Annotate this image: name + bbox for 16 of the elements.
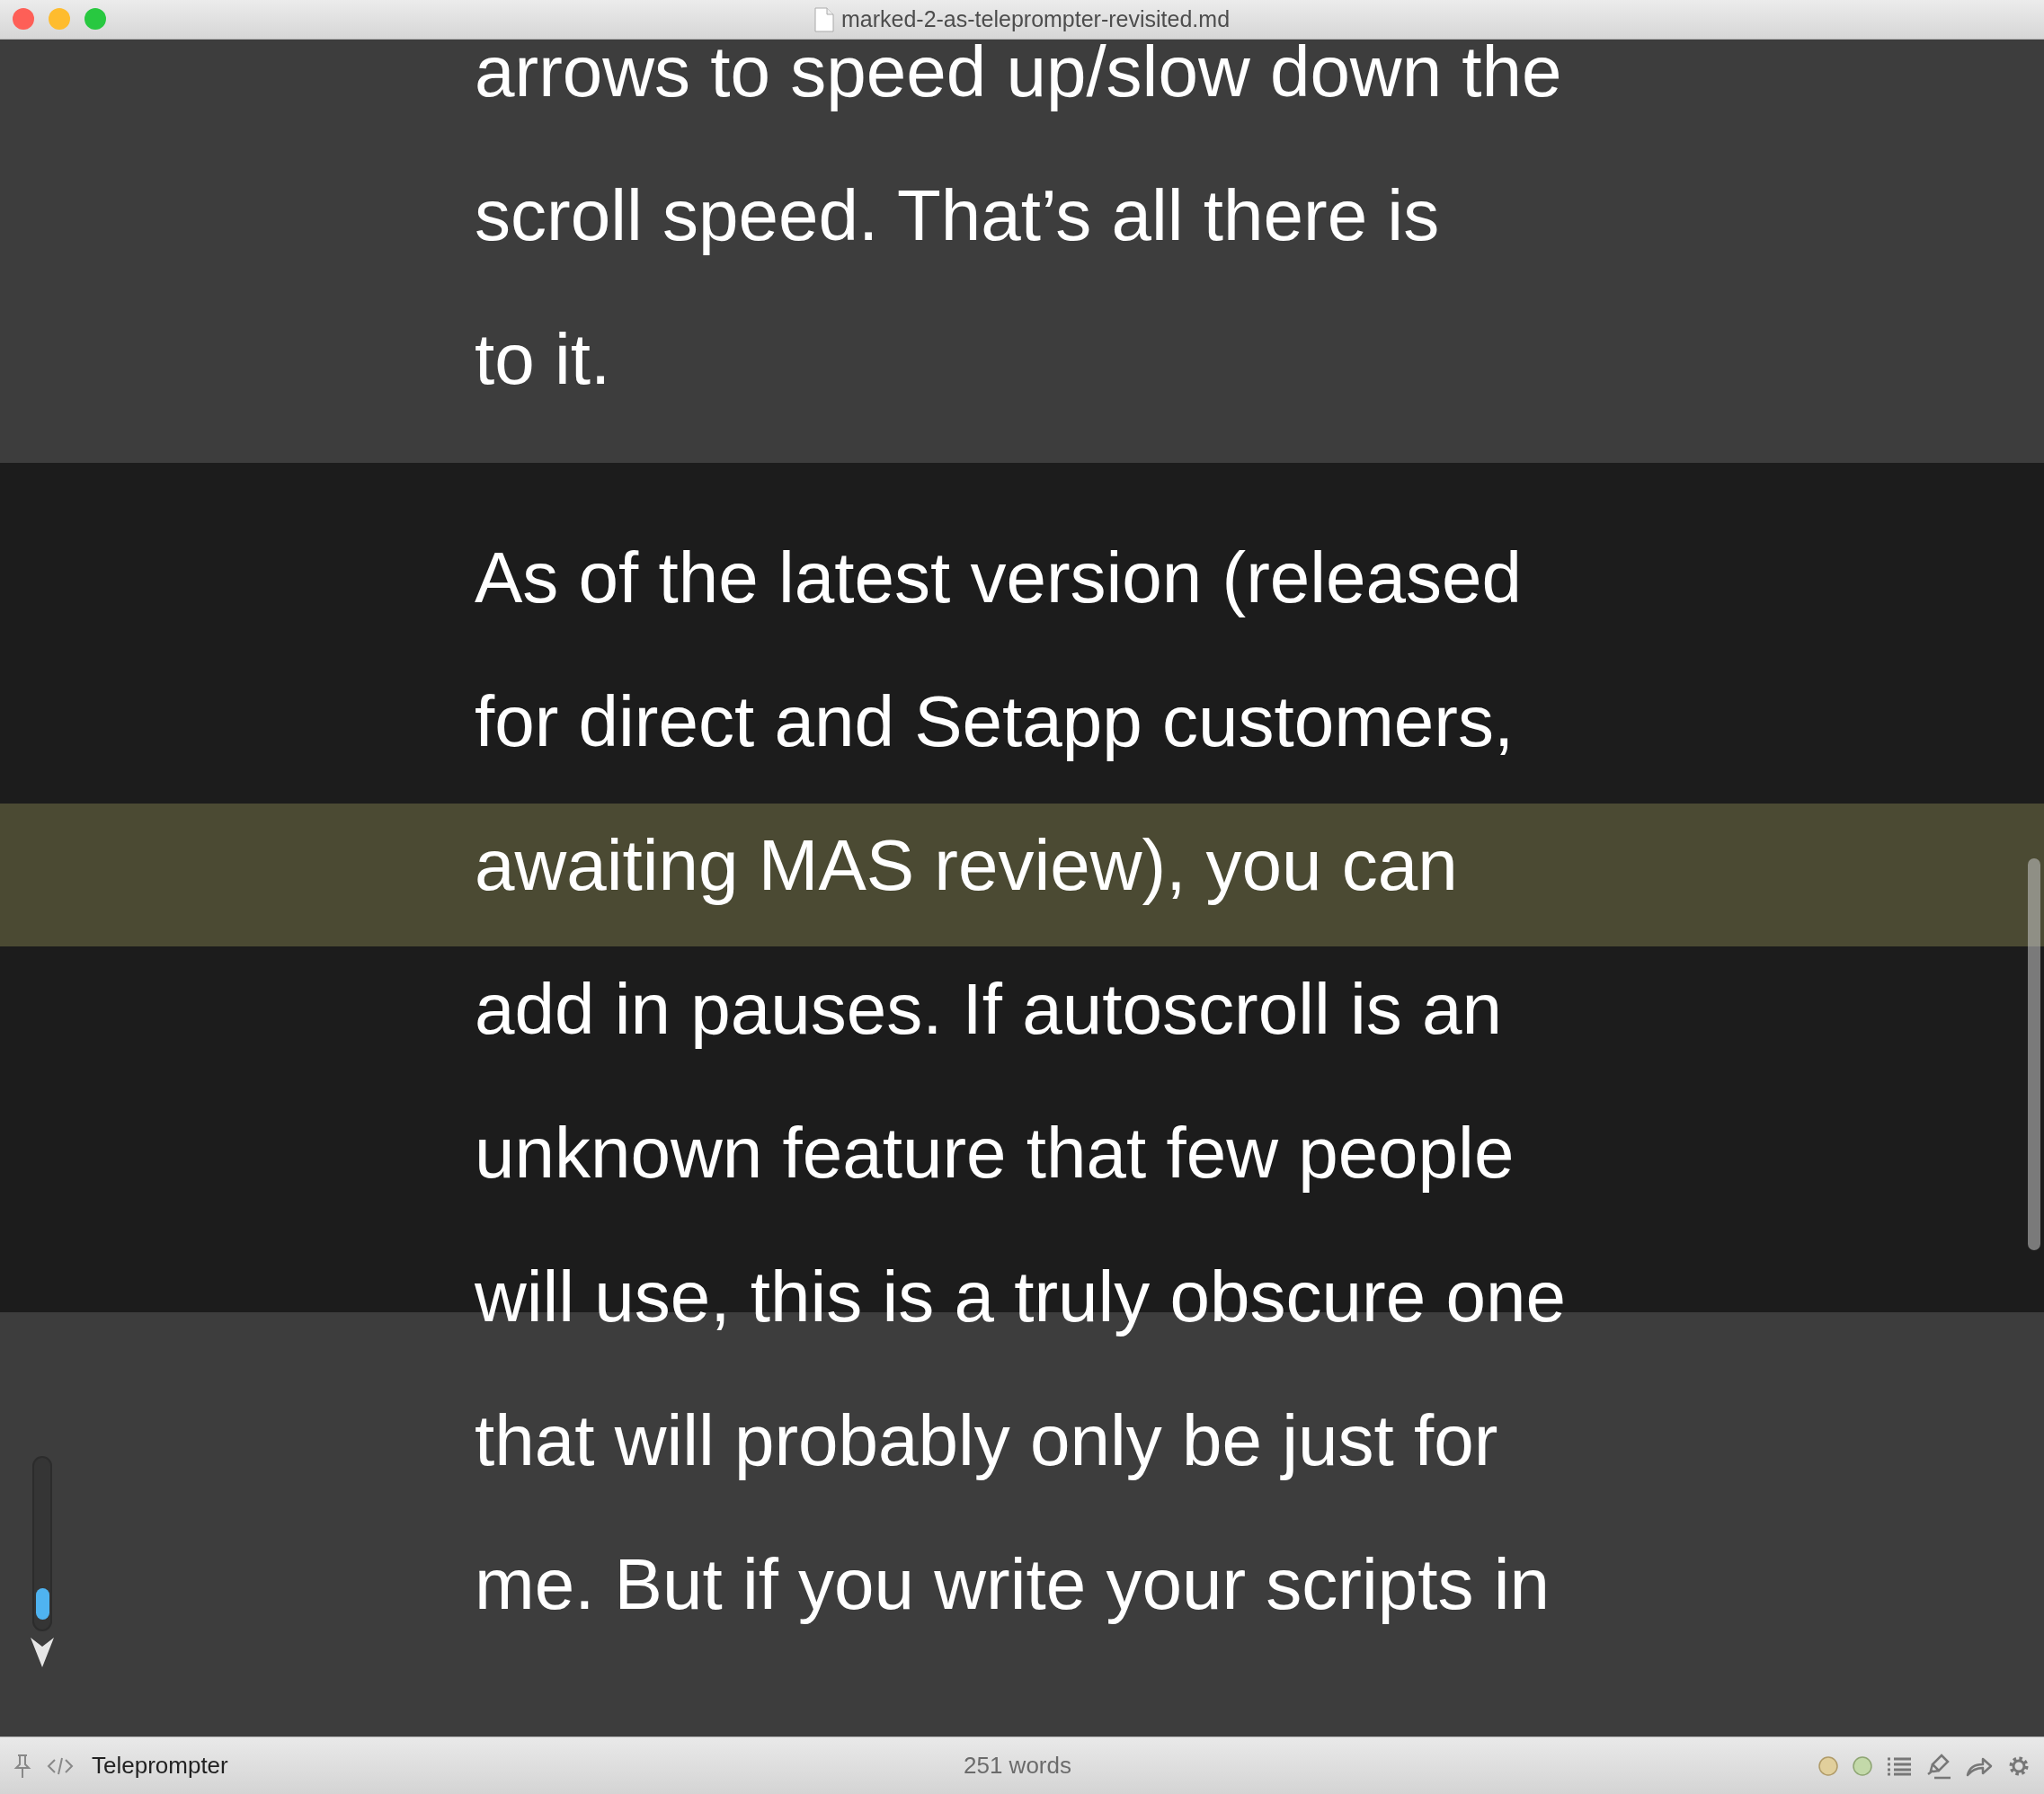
paragraph: arrows to speed up/slow down the scroll speed. That’s all there is to it.	[475, 40, 1562, 401]
paragraph: As of the latest version (released for direct and Setapp customers, awaiting MAS review), you can add in pauses. If autoscroll is an unknown feature that few people will use, this is a truly obscure one that will probably only be just for me. But if you write your scripts in	[475, 537, 1566, 1626]
speed-slider[interactable]	[32, 1456, 52, 1631]
highlighter-icon[interactable]	[1925, 1752, 1952, 1780]
scrollbar[interactable]	[2028, 858, 2040, 1250]
pin-icon[interactable]	[13, 1752, 32, 1780]
down-arrow-icon	[30, 1636, 55, 1668]
document-icon	[813, 6, 834, 32]
slider-thumb[interactable]	[36, 1587, 49, 1620]
window-title: marked-2-as-teleprompter-revisited.md	[840, 4, 1231, 33]
word-count: 251 words	[964, 1751, 1071, 1781]
close-button[interactable]	[13, 8, 34, 30]
circle-icon[interactable]	[1852, 1754, 1873, 1777]
zoom-button[interactable]	[84, 8, 106, 30]
circle-icon[interactable]	[1817, 1754, 1839, 1777]
mode-label: Teleprompter	[92, 1751, 228, 1781]
